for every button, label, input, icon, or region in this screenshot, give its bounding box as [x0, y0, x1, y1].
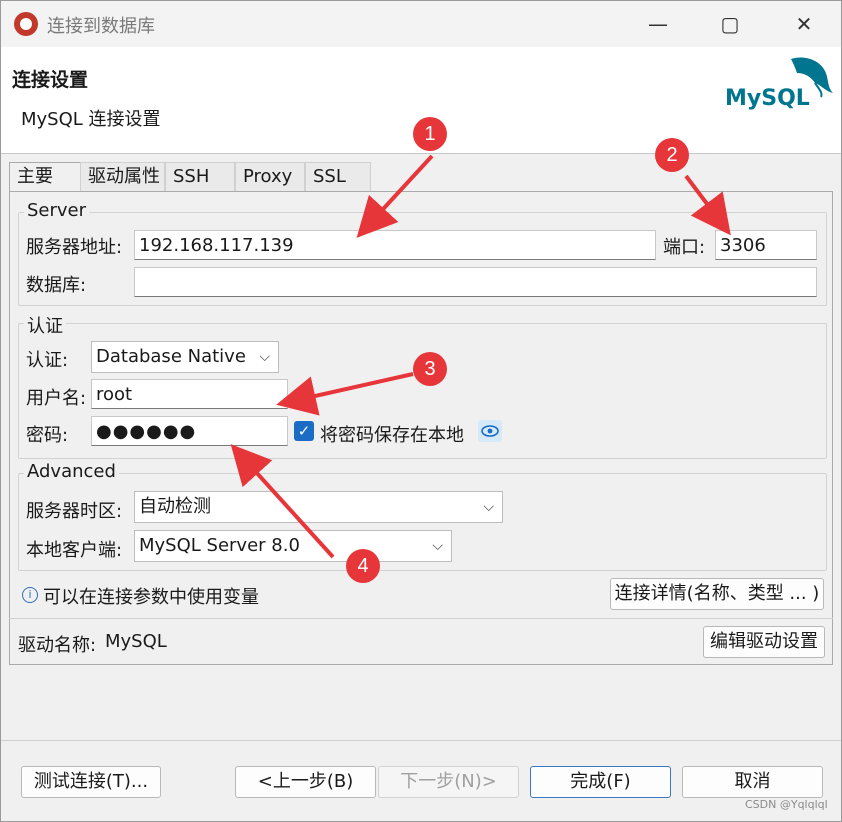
watermark: CSDN @Yqlqlql	[745, 798, 828, 811]
minimize-icon[interactable]: —	[635, 7, 681, 41]
driver-name-label: 驱动名称:	[18, 635, 97, 656]
annotation-marker-1: 1	[413, 117, 447, 151]
server-group-label: Server	[24, 200, 90, 221]
timezone-value: 自动检测	[139, 496, 211, 517]
maximize-icon[interactable]: ▢	[707, 7, 753, 41]
info-icon: i	[22, 587, 38, 603]
test-connection-button[interactable]: 测试连接(T)...	[21, 766, 161, 798]
timezone-select[interactable]: 自动检测 ⌵	[134, 491, 503, 523]
password-label: 密码:	[26, 425, 69, 446]
variables-hint: 可以在连接参数中使用变量	[43, 587, 259, 608]
save-password-checkbox[interactable]: ✓	[294, 421, 314, 441]
host-input[interactable]: 192.168.117.139	[134, 230, 656, 260]
annotation-marker-3: 3	[413, 352, 447, 386]
port-label: 端口:	[663, 237, 706, 258]
edit-driver-button[interactable]: 编辑驱动设置	[703, 626, 825, 658]
username-input[interactable]: root	[91, 379, 288, 409]
annotation-marker-4: 4	[346, 549, 380, 583]
save-password-label: 将密码保存在本地	[320, 425, 464, 446]
chevron-down-icon: ⌵	[483, 499, 494, 515]
tab-ssl[interactable]: SSL	[305, 162, 371, 192]
timezone-label: 服务器时区:	[26, 501, 123, 522]
connection-details-button[interactable]: 连接详情(名称、类型 ... )	[610, 578, 824, 610]
driver-name-value: MySQL	[105, 631, 167, 652]
close-icon[interactable]: ✕	[781, 7, 827, 41]
auth-method-label: 认证:	[26, 350, 69, 371]
back-button[interactable]: <上一步(B)	[235, 766, 376, 798]
chevron-down-icon: ⌵	[432, 538, 443, 554]
app-icon	[14, 12, 38, 36]
tab-main[interactable]: 主要	[9, 162, 81, 194]
next-button[interactable]: 下一步(N)>	[378, 766, 519, 798]
page-subtitle: MySQL 连接设置	[21, 109, 161, 130]
title-bar: 连接到数据库 — ▢ ✕	[1, 1, 841, 47]
local-client-value: MySQL Server 8.0	[139, 535, 300, 556]
tab-ssh[interactable]: SSH	[165, 162, 235, 192]
page-title: 连接设置	[12, 69, 89, 91]
auth-method-select[interactable]: Database Native ⌵	[91, 341, 279, 373]
username-label: 用户名:	[26, 388, 87, 409]
port-input[interactable]: 3306	[715, 230, 817, 260]
finish-button[interactable]: 完成(F)	[530, 766, 671, 798]
footer-divider	[1, 740, 841, 741]
show-password-eye-icon[interactable]	[478, 420, 502, 442]
advanced-group-label: Advanced	[24, 461, 119, 482]
cancel-button[interactable]: 取消	[682, 766, 823, 798]
divider	[9, 618, 833, 619]
auth-group-label: 认证	[24, 312, 66, 338]
password-input[interactable]: ●●●●●●	[91, 416, 288, 446]
local-client-label: 本地客户端:	[26, 540, 123, 561]
tab-proxy[interactable]: Proxy	[235, 162, 305, 192]
local-client-select[interactable]: MySQL Server 8.0 ⌵	[134, 530, 452, 562]
tab-driver-properties[interactable]: 驱动属性	[80, 162, 165, 192]
svg-text:MySQL: MySQL	[725, 86, 810, 111]
chevron-down-icon: ⌵	[259, 349, 270, 365]
database-label: 数据库:	[26, 275, 87, 296]
auth-method-value: Database Native	[96, 346, 246, 367]
database-input[interactable]	[134, 267, 817, 297]
annotation-marker-2: 2	[655, 138, 689, 172]
host-label: 服务器地址:	[26, 237, 123, 258]
window-title: 连接到数据库	[47, 16, 155, 37]
mysql-logo: MySQL	[725, 57, 833, 111]
